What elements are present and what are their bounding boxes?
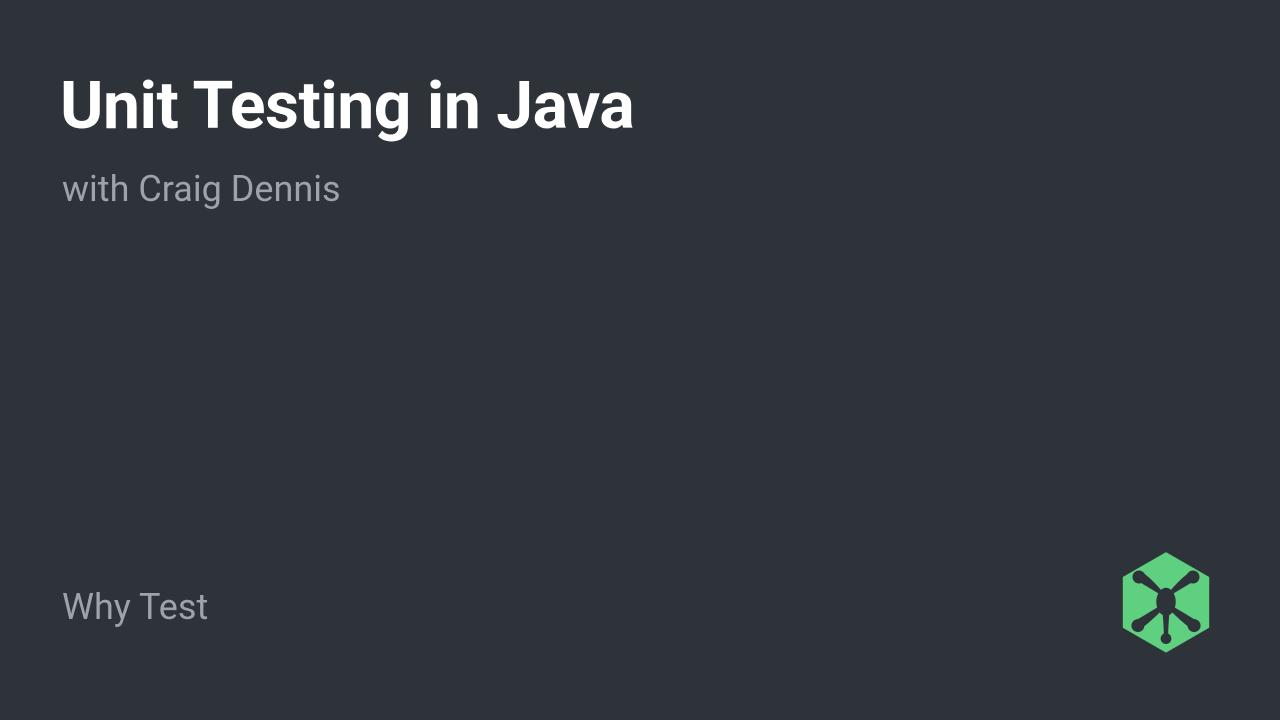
treehouse-logo-icon [1112,550,1220,658]
slide-subtitle: with Craig Dennis [62,168,341,210]
slide-title: Unit Testing in Java [60,68,634,145]
slide-footer-text: Why Test [62,586,208,628]
